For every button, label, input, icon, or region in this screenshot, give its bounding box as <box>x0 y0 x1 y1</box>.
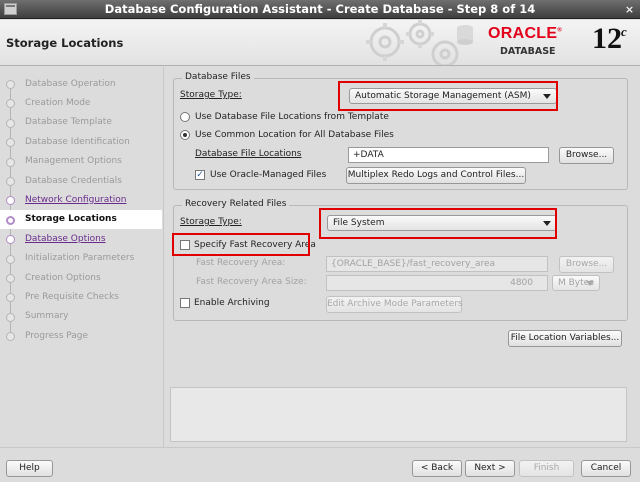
oracle-brand-text: ORACLE® <box>488 25 563 42</box>
step-indicator-icon <box>6 254 15 264</box>
window-title: Database Configuration Assistant - Creat… <box>104 2 536 16</box>
gears-illustration-icon <box>366 20 473 65</box>
sidebar-step-label: Database Options <box>25 233 106 244</box>
step-navigation-sidebar: Database Operation Creation Mode Database … <box>0 67 162 447</box>
step-indicator-icon <box>6 196 15 206</box>
oracle-database-logo: ORACLE® DATABASE 12 c <box>484 22 636 64</box>
specify-fra-label: Specify Fast Recovery Area <box>194 240 316 250</box>
sidebar-step: Database Identification <box>0 132 162 151</box>
edit-archive-mode-button[interactable]: Edit Archive Mode Parameters <box>326 296 463 313</box>
multiplex-redo-logs-button[interactable]: Multiplex Redo Logs and Control Files... <box>346 167 526 184</box>
fra-location-label: Fast Recovery Area: <box>196 258 286 268</box>
sidebar-step: Management Options <box>0 152 162 171</box>
recovery-storage-type-value: File System <box>333 218 385 228</box>
recovery-storage-type-label: Storage Type: <box>180 217 242 227</box>
sidebar-step-label: Progress Page <box>25 330 89 341</box>
enable-archiving-label: Enable Archiving <box>194 298 270 308</box>
step-indicator-icon <box>6 138 15 148</box>
step-indicator-icon <box>6 80 15 89</box>
sidebar-step: Creation Options <box>0 268 162 287</box>
step-indicator-icon <box>6 293 15 303</box>
step-indicator-icon <box>6 157 15 167</box>
radio-use-common-label: Use Common Location for All Database Fil… <box>195 130 394 140</box>
sidebar-step-label: Creation Options <box>25 272 101 283</box>
sidebar-step-label: Pre Requisite Checks <box>25 291 119 302</box>
fra-size-label: Fast Recovery Area Size: <box>196 277 307 287</box>
sidebar-step-label: Initialization Parameters <box>25 253 135 264</box>
sidebar-step-label: Database Operation <box>25 78 116 89</box>
sidebar-step-label: Creation Mode <box>25 97 91 108</box>
window-close-button[interactable]: × <box>623 3 636 16</box>
recovery-storage-type-dropdown[interactable]: File System <box>327 215 557 231</box>
fra-browse-button[interactable]: Browse... <box>559 256 614 273</box>
wizard-footer: Help < Back Next > Finish Cancel <box>0 447 640 482</box>
enable-archiving-checkbox[interactable] <box>180 298 190 308</box>
sidebar-step-label: Network Configuration <box>25 194 127 205</box>
step-indicator-icon <box>6 274 15 283</box>
database-files-group: Database Files Storage Type: Automatic S… <box>173 72 628 190</box>
specify-fra-checkbox[interactable] <box>180 240 190 250</box>
window-titlebar: Database Configuration Assistant - Creat… <box>0 0 640 19</box>
recovery-files-group: Recovery Related Files Storage Type: Fil… <box>173 199 628 321</box>
page-header: Storage Locations ORACLE® DATABASE 12 c <box>0 20 640 66</box>
radio-use-common-location[interactable] <box>180 130 190 140</box>
finish-button[interactable]: Finish <box>519 460 574 477</box>
sidebar-step[interactable]: Network Configuration <box>0 190 162 209</box>
fra-size-spinner[interactable] <box>326 275 548 291</box>
step-indicator-icon <box>6 177 15 186</box>
sidebar-step: Summary <box>0 307 162 326</box>
omf-label: Use Oracle-Managed Files <box>210 170 327 180</box>
sidebar-step-label: Management Options <box>25 156 122 167</box>
sidebar-step: Creation Mode <box>0 93 162 112</box>
step-indicator-icon <box>6 99 15 109</box>
chevron-down-icon <box>543 94 551 99</box>
omf-checkbox[interactable]: ✓ <box>195 170 205 180</box>
cancel-button[interactable]: Cancel <box>581 460 631 477</box>
recovery-files-group-title: Recovery Related Files <box>182 199 290 209</box>
db-storage-type-value: Automatic Storage Management (ASM) <box>355 91 531 101</box>
radio-use-template-locations[interactable] <box>180 112 190 122</box>
sidebar-step[interactable]: Database Options <box>0 229 162 248</box>
main-content-panel: Database Files Storage Type: Automatic S… <box>163 67 633 447</box>
sidebar-step-label: Database Credentials <box>25 175 122 186</box>
sidebar-step-label: Summary <box>25 311 69 322</box>
window-menu-icon[interactable] <box>4 3 17 15</box>
chevron-down-icon <box>543 221 551 226</box>
step-indicator-icon <box>6 235 15 245</box>
db-storage-type-label: Storage Type: <box>180 90 242 100</box>
page-title: Storage Locations <box>6 36 124 50</box>
database-files-group-title: Database Files <box>182 72 254 82</box>
sidebar-step[interactable]: Storage Locations <box>0 209 162 229</box>
fra-size-unit-dropdown[interactable]: M Bytes <box>552 275 600 291</box>
db-storage-type-dropdown[interactable]: Automatic Storage Management (ASM) <box>349 88 557 104</box>
sidebar-step: Pre Requisite Checks <box>0 287 162 306</box>
sidebar-step: Initialization Parameters <box>0 249 162 268</box>
chevron-down-icon <box>586 281 594 286</box>
sidebar-step-label: Storage Locations <box>25 214 117 225</box>
db-browse-button[interactable]: Browse... <box>559 147 614 164</box>
sidebar-step: Progress Page <box>0 326 162 345</box>
db-file-locations-input[interactable] <box>348 147 549 163</box>
step-indicator-icon <box>6 215 15 225</box>
step-indicator-icon <box>6 312 15 322</box>
file-location-variables-button[interactable]: File Location Variables... <box>508 330 622 347</box>
help-button[interactable]: Help <box>6 460 53 477</box>
step-indicator-icon <box>6 332 15 342</box>
sidebar-step: Database Operation <box>0 74 162 93</box>
fra-location-input[interactable] <box>326 256 548 272</box>
radio-use-template-label: Use Database File Locations from Templat… <box>195 112 389 122</box>
sidebar-step: Database Credentials <box>0 171 162 190</box>
database-product-text: DATABASE <box>500 46 556 57</box>
db-file-locations-label: Database File Locations <box>195 149 302 159</box>
next-button[interactable]: Next > <box>465 460 515 477</box>
sidebar-step-label: Database Identification <box>25 136 130 147</box>
step-indicator-icon <box>6 118 15 128</box>
sidebar-step-label: Database Template <box>25 117 112 128</box>
version-number: 12 <box>592 22 622 55</box>
message-area <box>170 387 627 442</box>
version-suffix: c <box>621 24 627 39</box>
back-button[interactable]: < Back <box>412 460 462 477</box>
sidebar-step: Database Template <box>0 113 162 132</box>
